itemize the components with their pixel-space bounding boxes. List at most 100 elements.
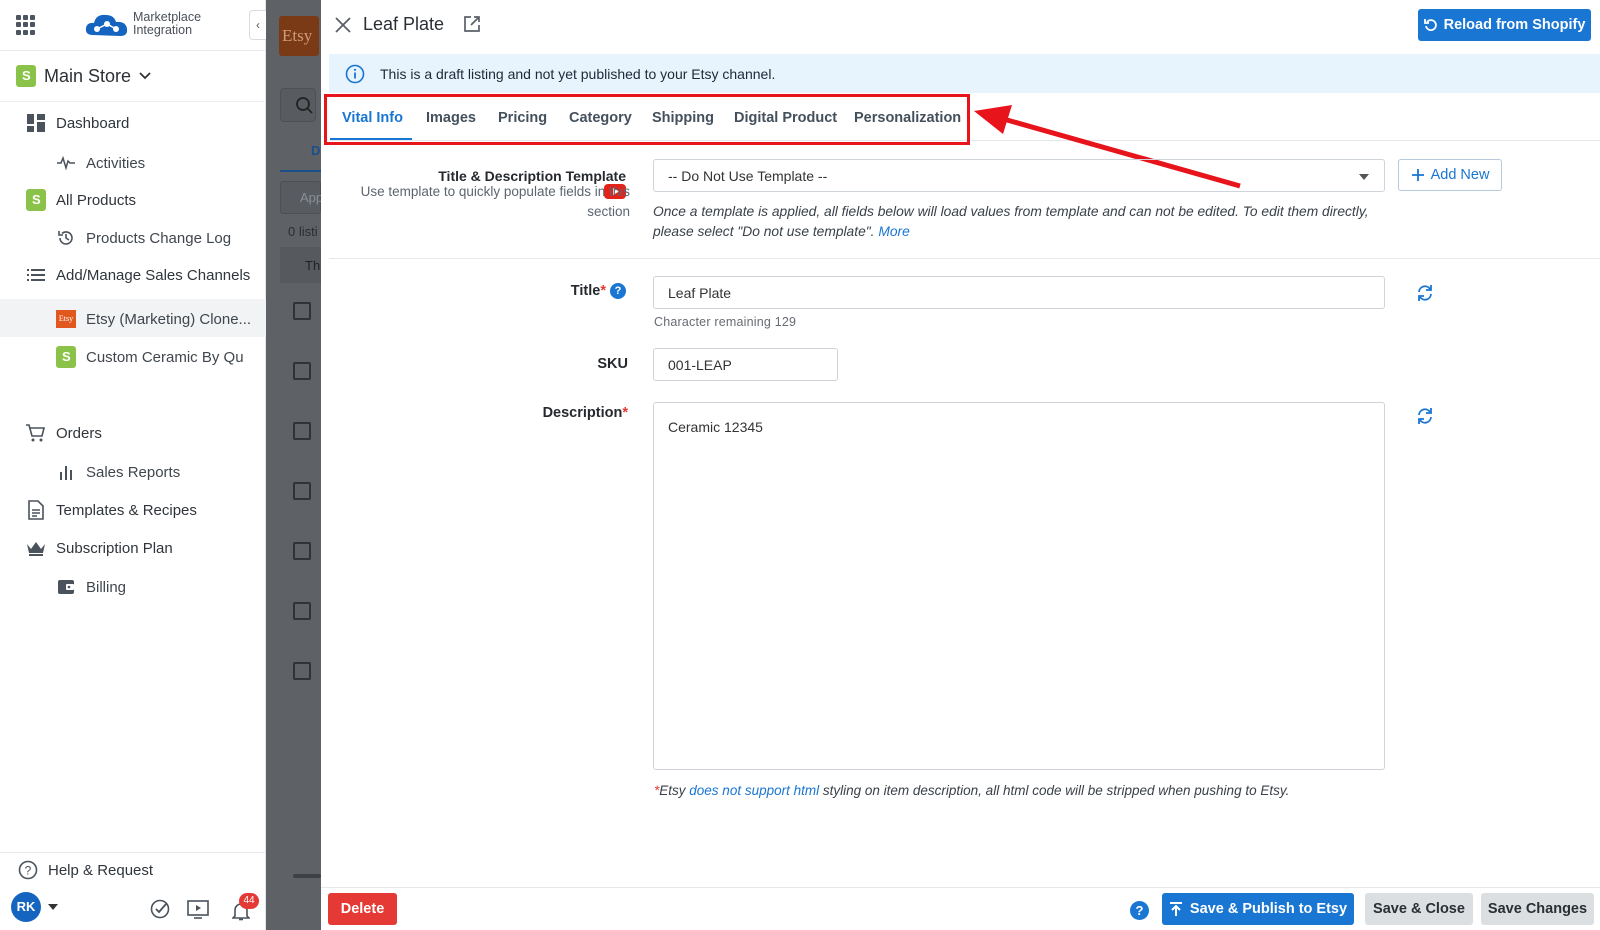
sidebar-item-all-products[interactable]: All Products [26, 189, 137, 211]
help-icon[interactable]: ? [610, 283, 626, 299]
template-select[interactable]: -- Do Not Use Template -- [653, 159, 1385, 192]
sku-input[interactable]: 001-LEAP [653, 348, 838, 381]
sidebar-item-label: Billing [86, 578, 127, 596]
template-hint: Use template to quickly populate fields … [360, 184, 630, 219]
sidebar-item-billing[interactable]: Billing [56, 577, 126, 597]
background-table-header: Th [280, 247, 321, 283]
description-textarea[interactable]: Ceramic 12345 [653, 402, 1385, 770]
background-count-text: 0 listi [288, 224, 318, 239]
background-checkbox [293, 602, 311, 620]
description-label: Description* [542, 405, 628, 421]
background-checkbox [293, 542, 311, 560]
store-name: Main Store [44, 65, 132, 86]
upload-icon [1169, 901, 1182, 916]
sidebar-item-label: Subscription Plan [56, 539, 173, 557]
search-icon [296, 97, 313, 114]
help-request-link[interactable]: ? Help & Request [18, 860, 153, 880]
draft-info-banner: This is a draft listing and not yet publ… [329, 54, 1600, 93]
collapse-sidebar-button[interactable]: ‹ [249, 10, 266, 40]
notification-badge: 44 [239, 893, 259, 909]
external-link-icon[interactable] [463, 15, 481, 33]
sidebar-item-etsy-channel[interactable]: Etsy Etsy (Marketing) Clone... [56, 309, 251, 329]
delete-button[interactable]: Delete [328, 893, 397, 925]
refresh-icon [1423, 19, 1437, 31]
save-changes-button[interactable]: Save Changes [1481, 893, 1594, 925]
sync-icon[interactable] [1416, 407, 1434, 425]
sidebar-item-subscription-plan[interactable]: Subscription Plan [26, 538, 173, 558]
background-checkbox [293, 662, 311, 680]
shopify-icon [56, 346, 76, 368]
sidebar-item-label: Orders [56, 424, 102, 442]
activity-icon [56, 153, 76, 173]
save-publish-button[interactable]: Save & Publish to Etsy [1162, 893, 1354, 925]
html-support-note: *Etsy does not support html styling on i… [654, 783, 1290, 798]
background-search-box [280, 88, 316, 122]
add-new-template-button[interactable]: Add New [1398, 159, 1502, 191]
sidebar-item-orders[interactable]: Orders [26, 423, 102, 443]
wallet-icon [56, 577, 76, 597]
caret-down-icon[interactable] [48, 904, 58, 910]
sidebar-item-label: Add/Manage Sales Channels [56, 266, 251, 284]
background-etsy-logo: Etsy [279, 16, 319, 56]
sync-icon[interactable] [1416, 284, 1434, 302]
apps-grid-icon[interactable] [16, 15, 36, 35]
cloud-logo-icon [85, 14, 128, 36]
sidebar-item-label: Products Change Log [86, 229, 232, 247]
bar-chart-icon [56, 462, 76, 482]
crown-icon [26, 538, 46, 558]
sidebar-item-sales-reports[interactable]: Sales Reports [56, 462, 180, 482]
sidebar-item-custom-ceramic[interactable]: Custom Ceramic By Qu [56, 346, 244, 368]
list-icon [26, 265, 46, 285]
sidebar-item-dashboard[interactable]: Dashboard [26, 113, 129, 133]
sku-label: SKU [597, 356, 628, 372]
sidebar-item-label: Etsy (Marketing) Clone... [86, 310, 252, 328]
add-new-label: Add New [1430, 167, 1490, 183]
info-icon [345, 64, 365, 84]
background-tab: D [311, 143, 321, 158]
sidebar-item-label: Activities [86, 154, 146, 172]
shopify-icon [16, 65, 36, 87]
sidebar-item-templates[interactable]: Templates & Recipes [26, 500, 197, 520]
close-icon[interactable] [334, 16, 352, 34]
save-close-button[interactable]: Save & Close [1365, 893, 1473, 925]
title-label: Title* ? [540, 283, 626, 299]
reload-from-shopify-button[interactable]: Reload from Shopify [1418, 9, 1591, 41]
background-search-input: App [280, 181, 323, 214]
logo-text: Marketplace Integration [133, 10, 202, 37]
reload-button-label: Reload from Shopify [1443, 17, 1586, 33]
etsy-icon: Etsy [56, 310, 76, 328]
svg-text:?: ? [25, 864, 32, 878]
sidebar-item-activities[interactable]: Activities [56, 153, 145, 173]
background-checkbox [293, 482, 311, 500]
html-support-link[interactable]: does not support html [689, 783, 819, 798]
dashboard-icon [26, 113, 46, 133]
store-selector[interactable]: Main Store [16, 62, 151, 90]
publish-label: Save & Publish to Etsy [1189, 901, 1348, 917]
chevron-down-icon [139, 72, 151, 80]
background-checkbox [293, 422, 311, 440]
sidebar-item-sales-channels[interactable]: Add/Manage Sales Channels [26, 265, 250, 285]
help-label: Help & Request [48, 861, 154, 879]
info-message: This is a draft listing and not yet publ… [380, 66, 776, 82]
plus-icon [1411, 169, 1424, 181]
sidebar-item-products-change-log[interactable]: Products Change Log [56, 228, 231, 248]
help-icon[interactable]: ? [1130, 901, 1149, 920]
check-circle-icon[interactable] [150, 899, 170, 919]
dimmed-background [266, 0, 321, 930]
sidebar: Marketplace Integration ‹ Main Store Das… [0, 0, 266, 930]
title-input[interactable]: Leaf Plate [653, 276, 1385, 309]
title-char-remaining: Character remaining 129 [654, 315, 797, 329]
chevron-down-icon [1359, 174, 1369, 180]
shopify-icon [26, 189, 46, 211]
page-title: Leaf Plate [363, 14, 445, 34]
sidebar-item-label: All Products [56, 191, 137, 209]
avatar[interactable]: RK [11, 892, 41, 922]
sidebar-header: Marketplace Integration ‹ [0, 0, 266, 51]
background-scrollbar [293, 874, 321, 878]
more-link[interactable]: More [878, 224, 909, 239]
history-icon [56, 228, 76, 248]
help-circle-icon: ? [18, 860, 38, 880]
template-note: Once a template is applied, all fields b… [653, 204, 1369, 239]
video-tutorial-icon[interactable] [187, 900, 209, 919]
sidebar-item-label: Templates & Recipes [56, 501, 197, 519]
